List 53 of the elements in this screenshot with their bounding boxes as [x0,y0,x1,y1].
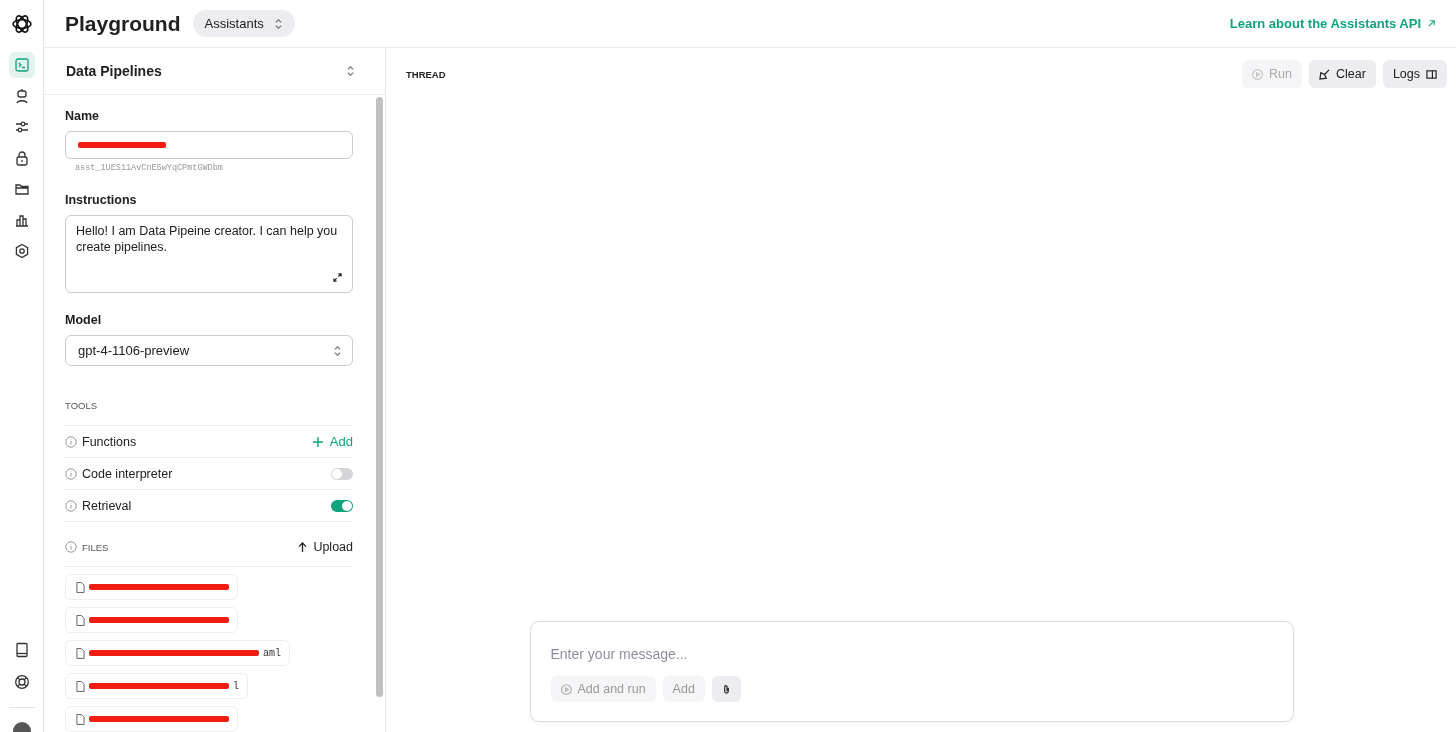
chevron-updown-icon [333,344,342,357]
tool-label: Code interpreter [82,466,174,481]
page-title: Playground [65,11,181,36]
section-heading: FILES [82,541,110,553]
file-chip[interactable]: l [65,673,248,699]
tool-label: Retrieval [82,498,133,513]
info-icon [65,499,77,512]
upload-button[interactable]: Upload [298,540,353,554]
file-chip[interactable]: aml [65,640,290,666]
tool-label: Functions [82,434,138,449]
toggle-switch[interactable] [331,499,353,512]
document-icon [76,713,85,725]
name-field[interactable] [65,131,353,159]
arrow-up-icon [298,541,308,553]
section-heading: TOOLS [65,400,99,411]
attach-button[interactable] [711,676,741,702]
logs-button[interactable]: Logs [1382,60,1447,88]
clear-button[interactable]: Clear [1309,60,1376,88]
play-icon [560,683,572,695]
instructions-field[interactable]: Hello! I am Data Pipeine creator. I can help you create pipelines. [65,214,353,294]
document-icon [76,647,85,659]
info-icon [65,541,77,553]
panel-icon [1426,68,1437,80]
external-arrow-icon [1427,19,1436,28]
field-label: Model [65,313,103,328]
model-select[interactable]: gpt-4-1106-preview [65,335,353,366]
terminal-icon[interactable] [8,52,35,78]
assistant-selector[interactable]: Data Pipelines [66,63,162,79]
scrollbar-thumb[interactable] [375,97,383,697]
assistant-id: asst_1UES11AvCnE5wYqCPmtGWDbm [75,162,224,173]
chevron-updown-icon[interactable] [346,65,355,77]
logo-icon [9,12,34,36]
field-label: Instructions [65,192,138,207]
expand-icon[interactable] [333,273,342,283]
field-label: Name [65,109,101,123]
paperclip-icon [721,683,731,695]
plus-icon [312,436,323,447]
mode-select[interactable]: Assistants [192,10,295,37]
file-name: l [233,680,239,692]
document-icon [76,614,85,626]
file-chip[interactable] [65,706,238,732]
thread-heading: THREAD [406,68,446,80]
info-icon [65,467,77,480]
file-name: aml [263,647,281,659]
document-icon [76,581,85,593]
play-icon [1252,68,1264,80]
document-icon [76,680,85,692]
file-chip[interactable] [65,574,238,600]
avatar[interactable] [12,722,31,732]
info-icon [65,435,77,448]
file-chip[interactable] [65,607,238,633]
toggle-switch[interactable] [331,467,353,480]
chevron-updown-icon [273,17,283,30]
